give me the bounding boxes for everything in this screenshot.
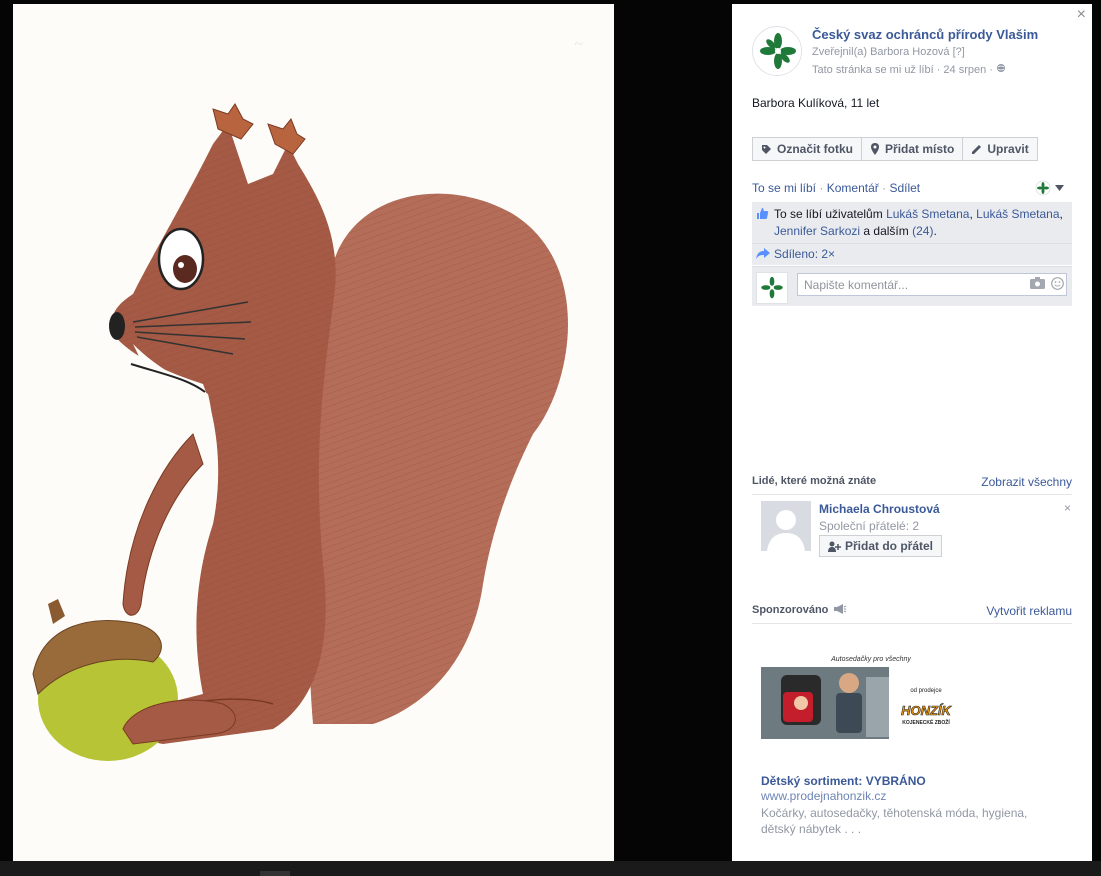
comment-input[interactable]: Napište komentář... [797,273,1067,296]
flower-logo-icon [754,28,801,75]
page-name[interactable]: Český svaz ochránců přírody Vlašim [812,27,1038,42]
post-actions: To se mi líbí · Komentář · Sdílet [752,181,920,195]
people-you-may-know-header: Lidé, které možná znáte Zobrazit všechny [752,475,1072,495]
person-silhouette-icon [761,501,811,551]
comma: , [1059,207,1063,221]
photo[interactable]: ~ [13,4,614,861]
ad-url[interactable]: www.prodejnahonzik.cz [761,789,886,803]
shares-summary: Sdíleno: 2× [752,243,1072,265]
add-place-button[interactable]: Přidat místo [862,137,964,161]
tag-photo-button[interactable]: Označit fotku [752,137,863,161]
shares-link[interactable]: Sdíleno: 2× [774,247,835,261]
separator: · [819,181,824,195]
likes-count-link[interactable]: (24) [912,224,933,238]
liker-link[interactable]: Lukáš Smetana [976,207,1059,221]
ad-title[interactable]: Dětský sortiment: VYBRÁNO [761,774,926,788]
tag-icon [762,144,771,154]
actor-selector[interactable] [1035,180,1064,196]
smiley-icon[interactable] [1051,277,1064,290]
like-link[interactable]: To se mi líbí [752,181,816,195]
ad-brand-sub-text: KOJENECKÉ ZBOŽÍ [902,718,950,726]
photo-toolbar: Označit fotku Přidat místo Upravit [752,137,1038,161]
friend-suggestion: Michaela Chroustová Společní přátelé: 2 … [761,501,1071,561]
megaphone-icon [834,604,847,614]
see-all-link[interactable]: Zobrazit všechny [981,475,1072,489]
edit-label: Upravit [987,142,1029,156]
strip-block [260,871,290,876]
camera-icon[interactable] [1030,277,1045,289]
edit-button[interactable]: Upravit [963,137,1038,161]
comment-input-icons [1030,277,1064,290]
suggested-person-name[interactable]: Michaela Chroustová [819,502,940,516]
ad-brand-text: HONZÍK [901,703,952,718]
photo-details-panel: × Český svaz ochránců přírody Vlašim Zve… [732,4,1092,861]
share-link[interactable]: Sdílet [889,181,920,195]
sponsored-title: Sponzorováno [752,604,847,616]
ad-image[interactable]: Autosedačky pro všechny od prodejce HONZ… [761,647,989,759]
liker-link[interactable]: Jennifer Sarkozi [774,224,860,238]
comment-link[interactable]: Komentář [827,181,879,195]
help-link[interactable]: [?] [953,46,965,58]
chevron-down-icon [1055,185,1064,191]
period: . [933,224,937,238]
thumbs-up-icon [757,208,769,219]
page-header: Český svaz ochránců přírody Vlašim Zveře… [752,26,1082,78]
add-friend-icon [828,541,841,552]
sponsored-header: Sponzorováno Vytvořit reklamu [752,604,1072,624]
bottom-strip [0,861,1101,876]
likes-prefix: To se líbí uživatelům [774,207,883,221]
add-friend-label: Přidat do přátel [845,539,934,553]
add-place-label: Přidat místo [885,142,955,156]
like-meta: Tato stránka se mi už líbí · 24 srpen · [812,63,1006,76]
close-icon[interactable]: × [1077,6,1086,24]
photo-viewer: ~ × Český svaz ochránců přírody Vlašim Z… [0,0,1101,876]
mutual-friends[interactable]: Společní přátelé: 2 [819,519,919,533]
add-friend-button[interactable]: Přidat do přátel [819,535,943,557]
published-by-text[interactable]: Zveřejnil(a) Barbora Hozová [812,46,950,58]
and-others: a dalším [863,224,909,238]
map-pin-icon [871,143,880,155]
dismiss-suggestion-icon[interactable]: × [1064,501,1071,515]
sponsored-label: Sponzorováno [752,604,829,616]
likes-summary: To se líbí uživatelům Lukáš Smetana, Luk… [752,202,1072,244]
svg-text:~: ~ [574,36,583,53]
ad-description: Kočárky, autosedačky, těhotenská móda, h… [761,806,1028,836]
separator: · [882,181,887,195]
like-meta-text: Tato stránka se mi už líbí · 24 srpen · [812,64,993,76]
share-arrow-icon [756,248,770,259]
comma: , [969,207,973,221]
published-by: Zveřejnil(a) Barbora Hozová [?] [812,46,965,58]
pencil-icon [972,144,982,154]
ad-banner: Autosedačky pro všechny od prodejce HONZ… [761,647,989,759]
comment-composer: Napište komentář... [752,266,1072,306]
people-title: Lidé, které možná znáte [752,475,877,487]
liker-link[interactable]: Lukáš Smetana [886,207,969,221]
photo-caption: Barbora Kulíková, 11 let [752,96,880,110]
flower-logo-icon [761,276,783,299]
globe-icon [997,64,1006,72]
avatar[interactable] [761,501,811,551]
avatar [756,272,788,304]
page-logo[interactable] [752,26,802,76]
create-ad-link[interactable]: Vytvořit reklamu [986,604,1072,618]
ad-from-text: od prodejce [910,688,942,694]
page-avatar-icon [1035,180,1051,196]
ad-banner-text: Autosedačky pro všechny [830,656,911,663]
tag-photo-label: Označit fotku [777,142,854,156]
squirrel-drawing: ~ [13,4,614,861]
